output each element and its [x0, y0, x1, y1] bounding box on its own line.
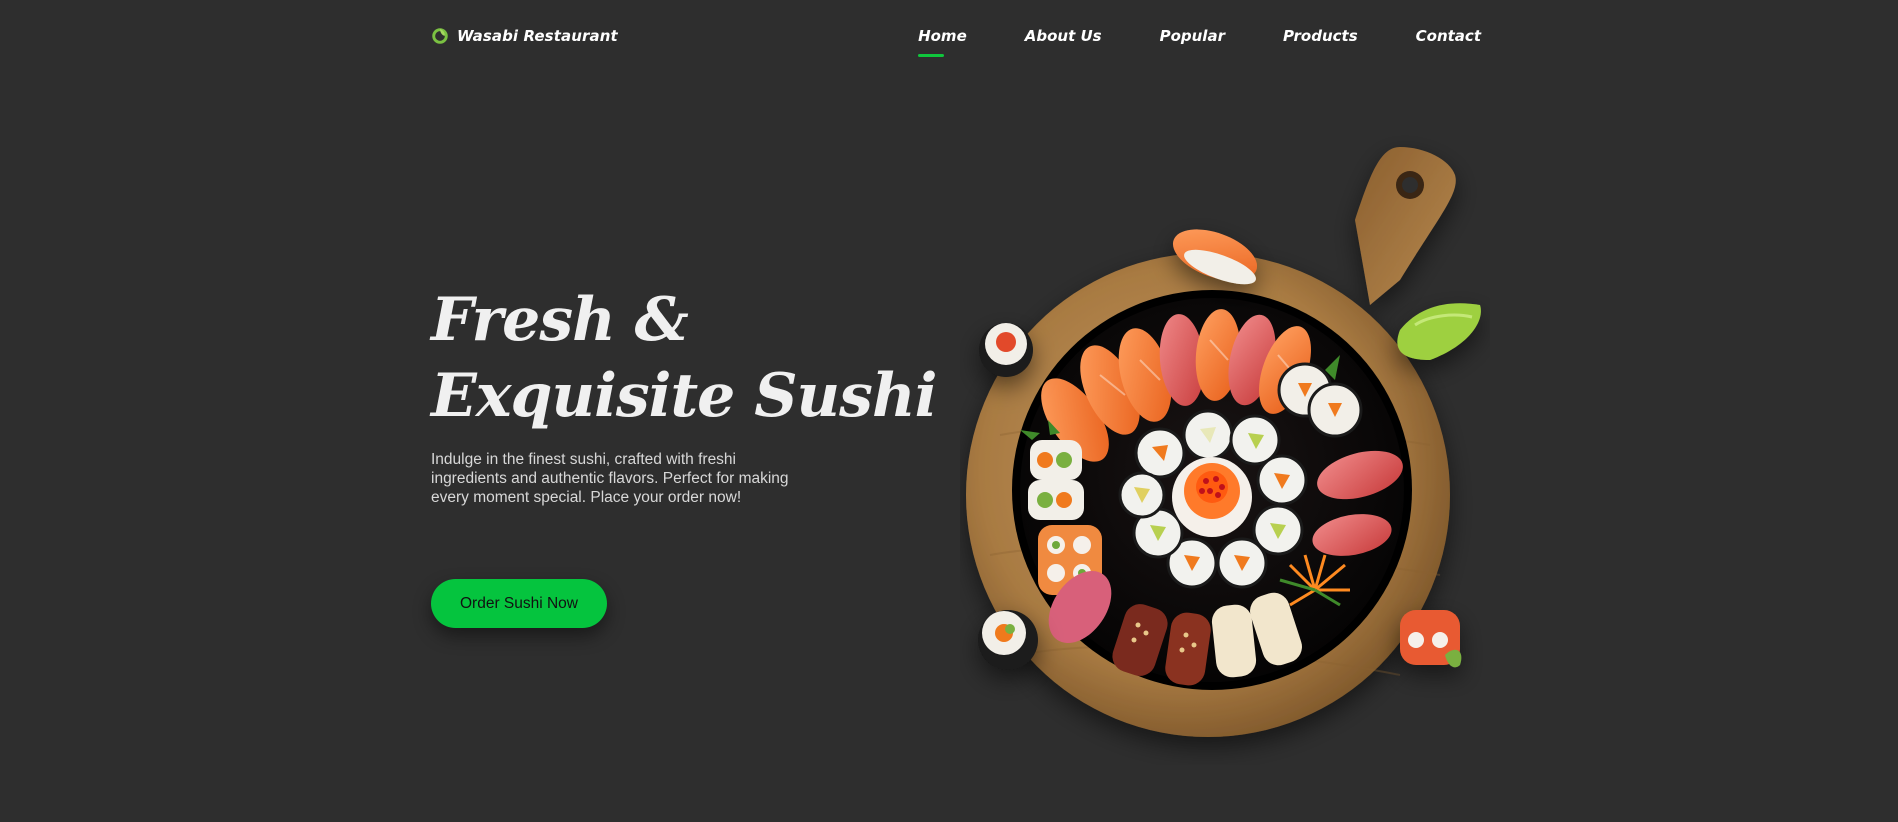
nav-about-us-label: About Us	[1024, 27, 1102, 45]
brand-logo[interactable]: Wasabi Restaurant	[431, 27, 618, 45]
nav-products[interactable]: Products	[1283, 27, 1358, 45]
nav-home-label: Home	[918, 27, 967, 45]
nav-home[interactable]: Home	[918, 27, 967, 57]
order-sushi-button[interactable]: Order Sushi Now	[431, 579, 607, 628]
brand-name: Wasabi Restaurant	[457, 27, 618, 45]
hero-title-line1: Fresh &	[431, 285, 689, 355]
leaf-circle-icon	[432, 28, 448, 44]
nav-contact-label: Contact	[1415, 27, 1481, 45]
hero-title: Fresh & Exquisite Sushi	[431, 282, 937, 434]
hero-description: Indulge in the finest sushi, crafted wit…	[431, 451, 789, 506]
nav-contact[interactable]: Contact	[1416, 27, 1481, 45]
sushi-platter-image	[966, 147, 1481, 737]
nav-popular[interactable]: Popular	[1160, 27, 1225, 45]
hero-title-line2: Exquisite Sushi	[431, 361, 937, 431]
nav-popular-label: Popular	[1159, 27, 1225, 45]
main-nav: Home About Us Popular Products Contact	[918, 27, 1481, 57]
nav-products-label: Products	[1282, 27, 1358, 45]
landing-page: Wasabi Restaurant Home About Us Popular …	[0, 0, 1898, 822]
active-indicator	[918, 54, 945, 57]
nav-about-us[interactable]: About Us	[1025, 27, 1102, 45]
